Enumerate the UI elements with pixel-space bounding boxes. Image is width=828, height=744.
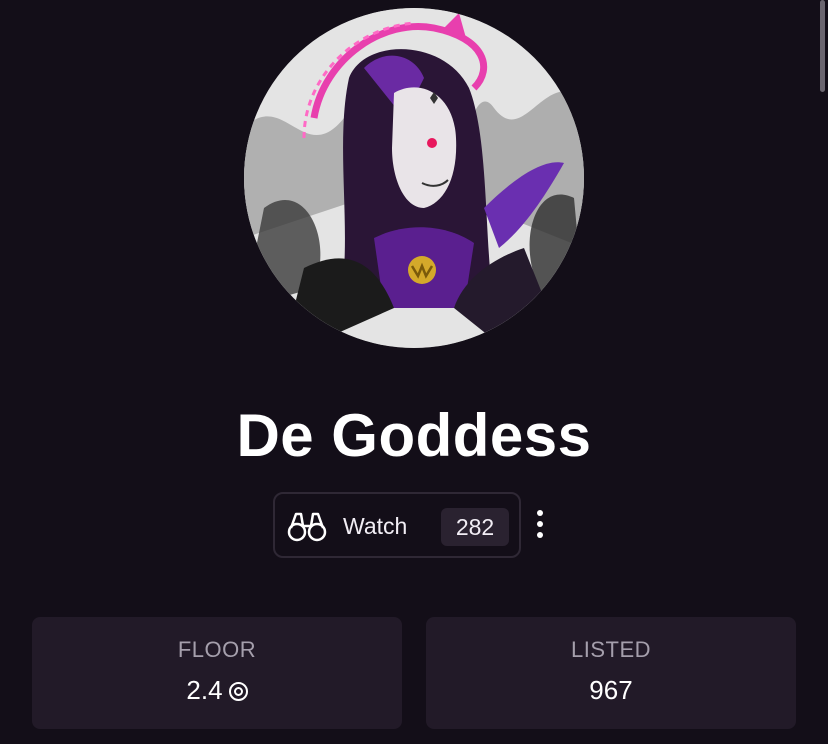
vertical-dots-icon <box>537 510 543 516</box>
floor-label: FLOOR <box>177 637 257 662</box>
more-options-button[interactable] <box>530 506 550 542</box>
listed-stat-card: LISTED 967 <box>426 617 796 729</box>
listed-value: 967 <box>589 675 633 705</box>
floor-value-row: 2.4 <box>32 675 402 706</box>
collection-page: De Goddess Watch 282 FLOOR 2.4 LISTED 96… <box>0 0 828 744</box>
collection-title: De Goddess <box>236 402 592 469</box>
binoculars-icon <box>287 510 327 542</box>
listed-label: LISTED <box>570 637 652 662</box>
watch-label: Watch <box>343 513 408 539</box>
watch-button[interactable]: Watch 282 <box>273 492 521 558</box>
sol-coin-icon <box>228 682 248 701</box>
floor-stat-card: FLOOR 2.4 <box>32 617 402 729</box>
watch-count-badge: 282 <box>441 508 509 546</box>
floor-value: 2.4 <box>186 675 223 705</box>
collection-avatar <box>244 8 584 348</box>
scrollbar[interactable] <box>820 0 825 92</box>
